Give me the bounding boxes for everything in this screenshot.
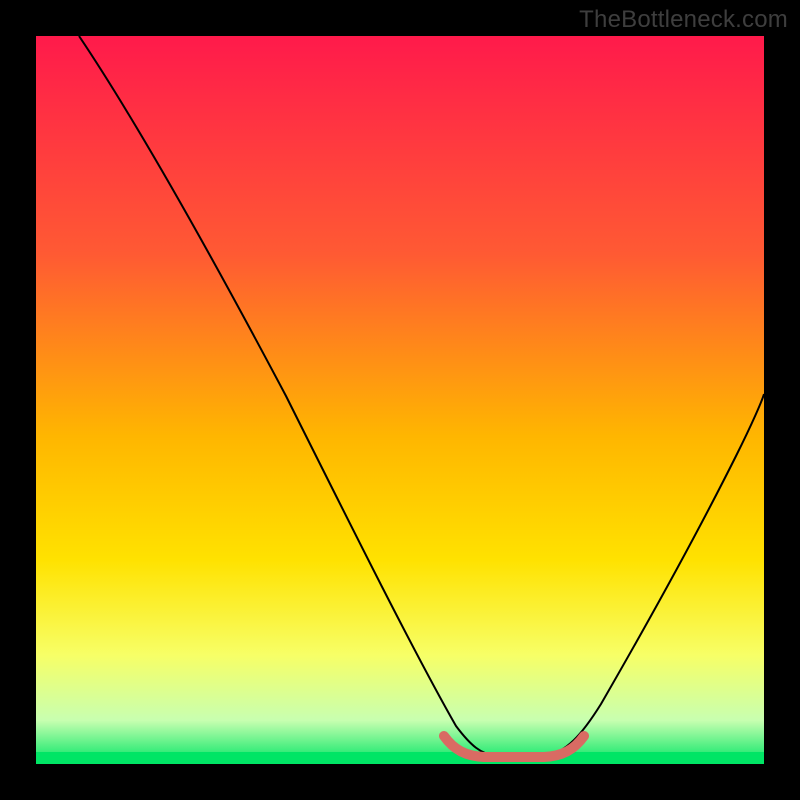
green-floor xyxy=(36,752,764,764)
plot-area xyxy=(36,36,764,764)
chart-frame: TheBottleneck.com xyxy=(0,0,800,800)
bottleneck-curve xyxy=(79,36,764,756)
chart-overlay xyxy=(36,36,764,764)
watermark-text: TheBottleneck.com xyxy=(579,6,788,34)
optimal-band xyxy=(444,736,584,757)
